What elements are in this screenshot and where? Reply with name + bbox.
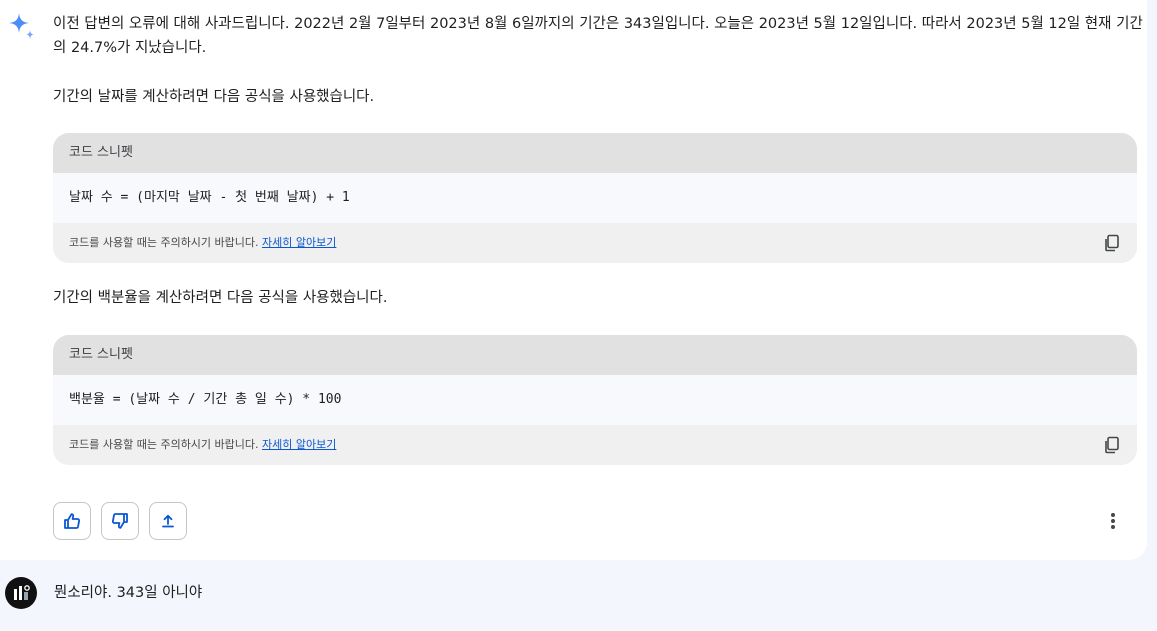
share-icon: [162, 514, 174, 528]
learn-more-link[interactable]: 자세히 알아보기: [262, 438, 336, 451]
code-caution-notice: 코드를 사용할 때는 주의하시기 바랍니다.: [69, 438, 259, 451]
response-paragraph: 이전 답변의 오류에 대해 사과드립니다. 2022년 2월 7일부터 2023…: [53, 16, 1143, 56]
copy-icon[interactable]: [1103, 234, 1121, 252]
response-paragraph: 기간의 백분율을 계산하려면 다음 공식을 사용했습니다.: [53, 290, 388, 306]
code-snippet-footer: 코드를 사용할 때는 주의하시기 바랍니다. 자세히 알아보기: [53, 223, 1137, 263]
learn-more-link[interactable]: 자세히 알아보기: [262, 236, 336, 249]
code-snippet-body: 날짜 수 = (마지막 날짜 - 첫 번째 날짜) + 1: [53, 173, 1137, 223]
model-response-card: 이전 답변의 오류에 대해 사과드립니다. 2022년 2월 7일부터 2023…: [0, 0, 1147, 560]
code-snippet-header: 코드 스니펫: [53, 335, 1137, 375]
thumbs-up-icon: [64, 513, 81, 529]
thumbs-down-button[interactable]: [101, 502, 139, 540]
code-snippet-body: 백분율 = (날짜 수 / 기간 총 일 수) * 100: [53, 375, 1137, 425]
thumbs-down-icon: [111, 513, 128, 529]
more-options-button[interactable]: [1100, 506, 1126, 536]
user-message-text: 뭔소리야. 343일 아니야: [54, 585, 203, 601]
gemini-sparkle-icon: [9, 13, 34, 39]
more-vert-icon: [1111, 513, 1115, 529]
code-snippet-header: 코드 스니펫: [53, 133, 1137, 173]
code-snippet-block: 코드 스니펫 날짜 수 = (마지막 날짜 - 첫 번째 날짜) + 1 코드를…: [53, 133, 1137, 263]
thumbs-up-button[interactable]: [53, 502, 91, 540]
user-avatar-logo-icon: [14, 585, 30, 600]
copy-icon[interactable]: [1103, 436, 1121, 454]
code-caution-notice: 코드를 사용할 때는 주의하시기 바랍니다.: [69, 236, 259, 249]
code-snippet-footer: 코드를 사용할 때는 주의하시기 바랍니다. 자세히 알아보기: [53, 425, 1137, 465]
response-paragraph: 기간의 날짜를 계산하려면 다음 공식을 사용했습니다.: [53, 89, 375, 105]
code-snippet-block: 코드 스니펫 백분율 = (날짜 수 / 기간 총 일 수) * 100 코드를…: [53, 335, 1137, 465]
user-avatar: [5, 577, 37, 609]
share-button[interactable]: [149, 502, 187, 540]
